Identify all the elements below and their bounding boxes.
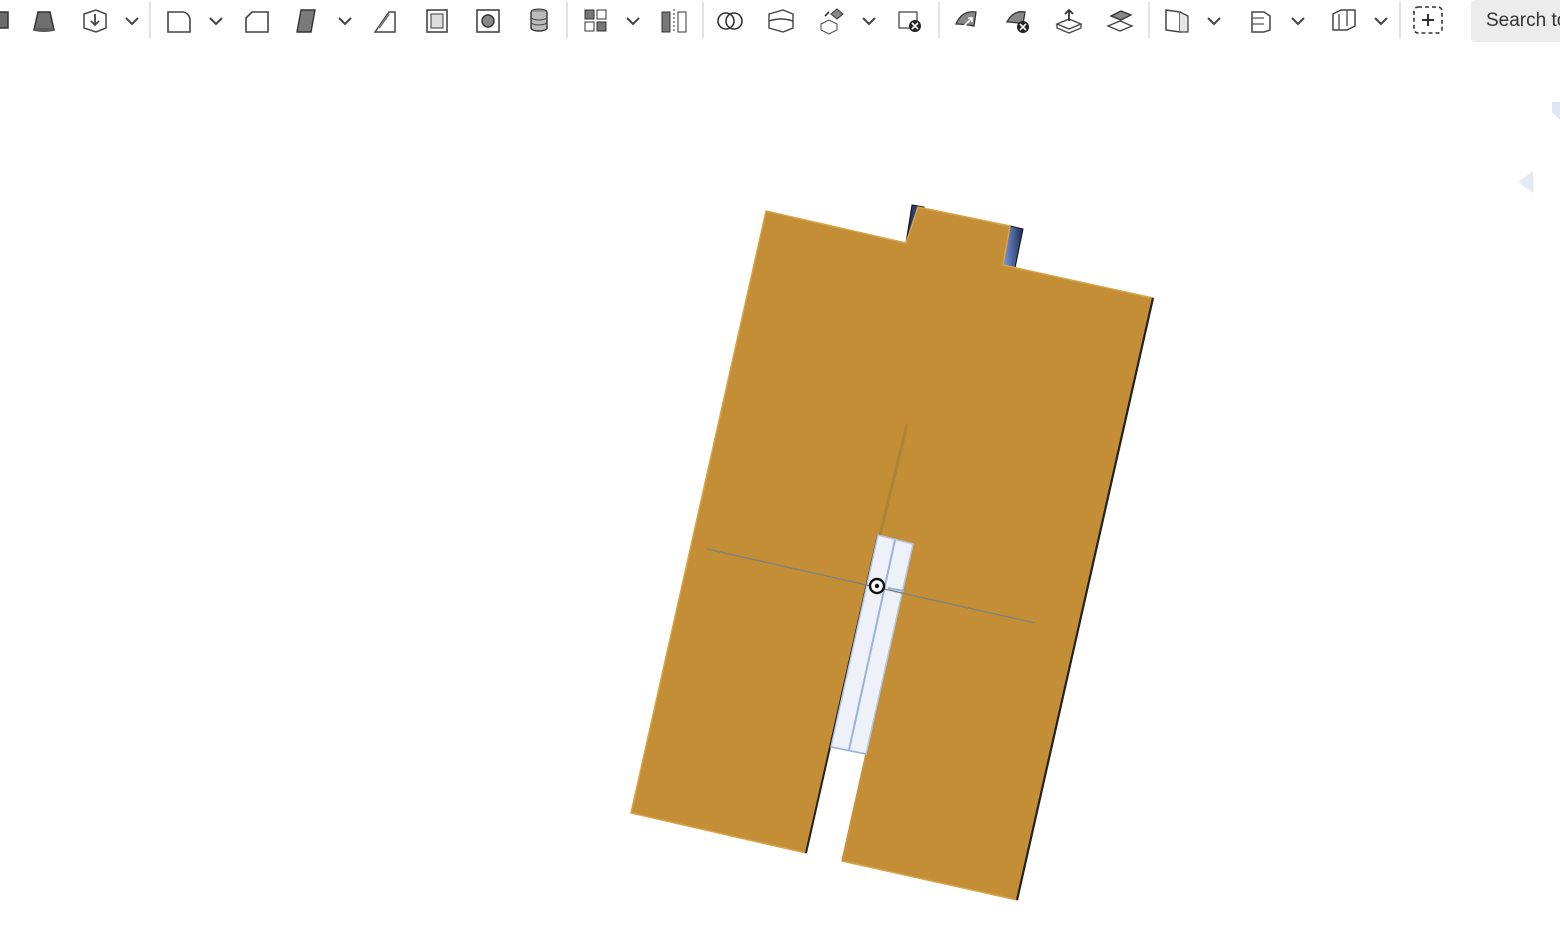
view-cube-arrow-icon[interactable]	[1518, 171, 1533, 193]
toolbar-divider	[566, 2, 568, 38]
boolean-icon[interactable]	[713, 4, 747, 36]
origin-target-icon[interactable]	[868, 577, 886, 595]
draft-dropdown-chevron-icon[interactable]	[335, 4, 355, 36]
extrude-partial-icon[interactable]	[0, 4, 16, 36]
shell-icon[interactable]	[420, 4, 454, 36]
plane-dropdown-chevron-icon[interactable]	[1204, 4, 1224, 36]
toolbar-divider	[149, 2, 151, 38]
sheet-metal-dropdown-chevron-icon[interactable]	[1288, 4, 1308, 36]
plane-icon[interactable]	[1160, 4, 1194, 36]
transform-icon[interactable]	[815, 4, 849, 36]
frame-dropdown-chevron-icon[interactable]	[1371, 4, 1391, 36]
fillet-dropdown-chevron-icon[interactable]	[206, 4, 226, 36]
pattern-icon[interactable]	[579, 4, 613, 36]
view-cube-corner-icon[interactable]	[1552, 102, 1560, 120]
split-icon[interactable]	[764, 4, 798, 36]
fillet-icon[interactable]	[162, 4, 196, 36]
rib-icon[interactable]	[369, 4, 403, 36]
frame-icon[interactable]	[1327, 4, 1361, 36]
replace-face-icon[interactable]	[1103, 4, 1137, 36]
add-feature-icon[interactable]	[1411, 4, 1445, 36]
toolbar-divider	[702, 2, 704, 38]
sweep-icon[interactable]	[78, 4, 112, 36]
delete-face-icon[interactable]	[1001, 4, 1035, 36]
mirror-icon[interactable]	[657, 4, 691, 36]
toolbar-divider	[1399, 2, 1401, 38]
delete-part-icon[interactable]	[893, 4, 927, 36]
hole-icon[interactable]	[471, 4, 505, 36]
toolbar-divider	[1148, 2, 1150, 38]
draft-icon[interactable]	[291, 4, 325, 36]
search-tools-input[interactable]: Search tools	[1471, 0, 1560, 42]
modify-fillet-icon[interactable]	[950, 4, 984, 36]
thread-icon[interactable]	[522, 4, 556, 36]
move-face-icon[interactable]	[1052, 4, 1086, 36]
sheet-metal-icon[interactable]	[1244, 4, 1278, 36]
transform-dropdown-chevron-icon[interactable]	[859, 4, 879, 36]
loft-icon[interactable]	[27, 4, 61, 36]
chamfer-icon[interactable]	[240, 4, 274, 36]
sweep-dropdown-chevron-icon[interactable]	[122, 4, 142, 36]
toolbar-divider	[938, 2, 940, 38]
feature-toolbar: Search tools	[0, 0, 1560, 42]
graphics-viewport[interactable]	[0, 42, 1560, 940]
pattern-dropdown-chevron-icon[interactable]	[623, 4, 643, 36]
